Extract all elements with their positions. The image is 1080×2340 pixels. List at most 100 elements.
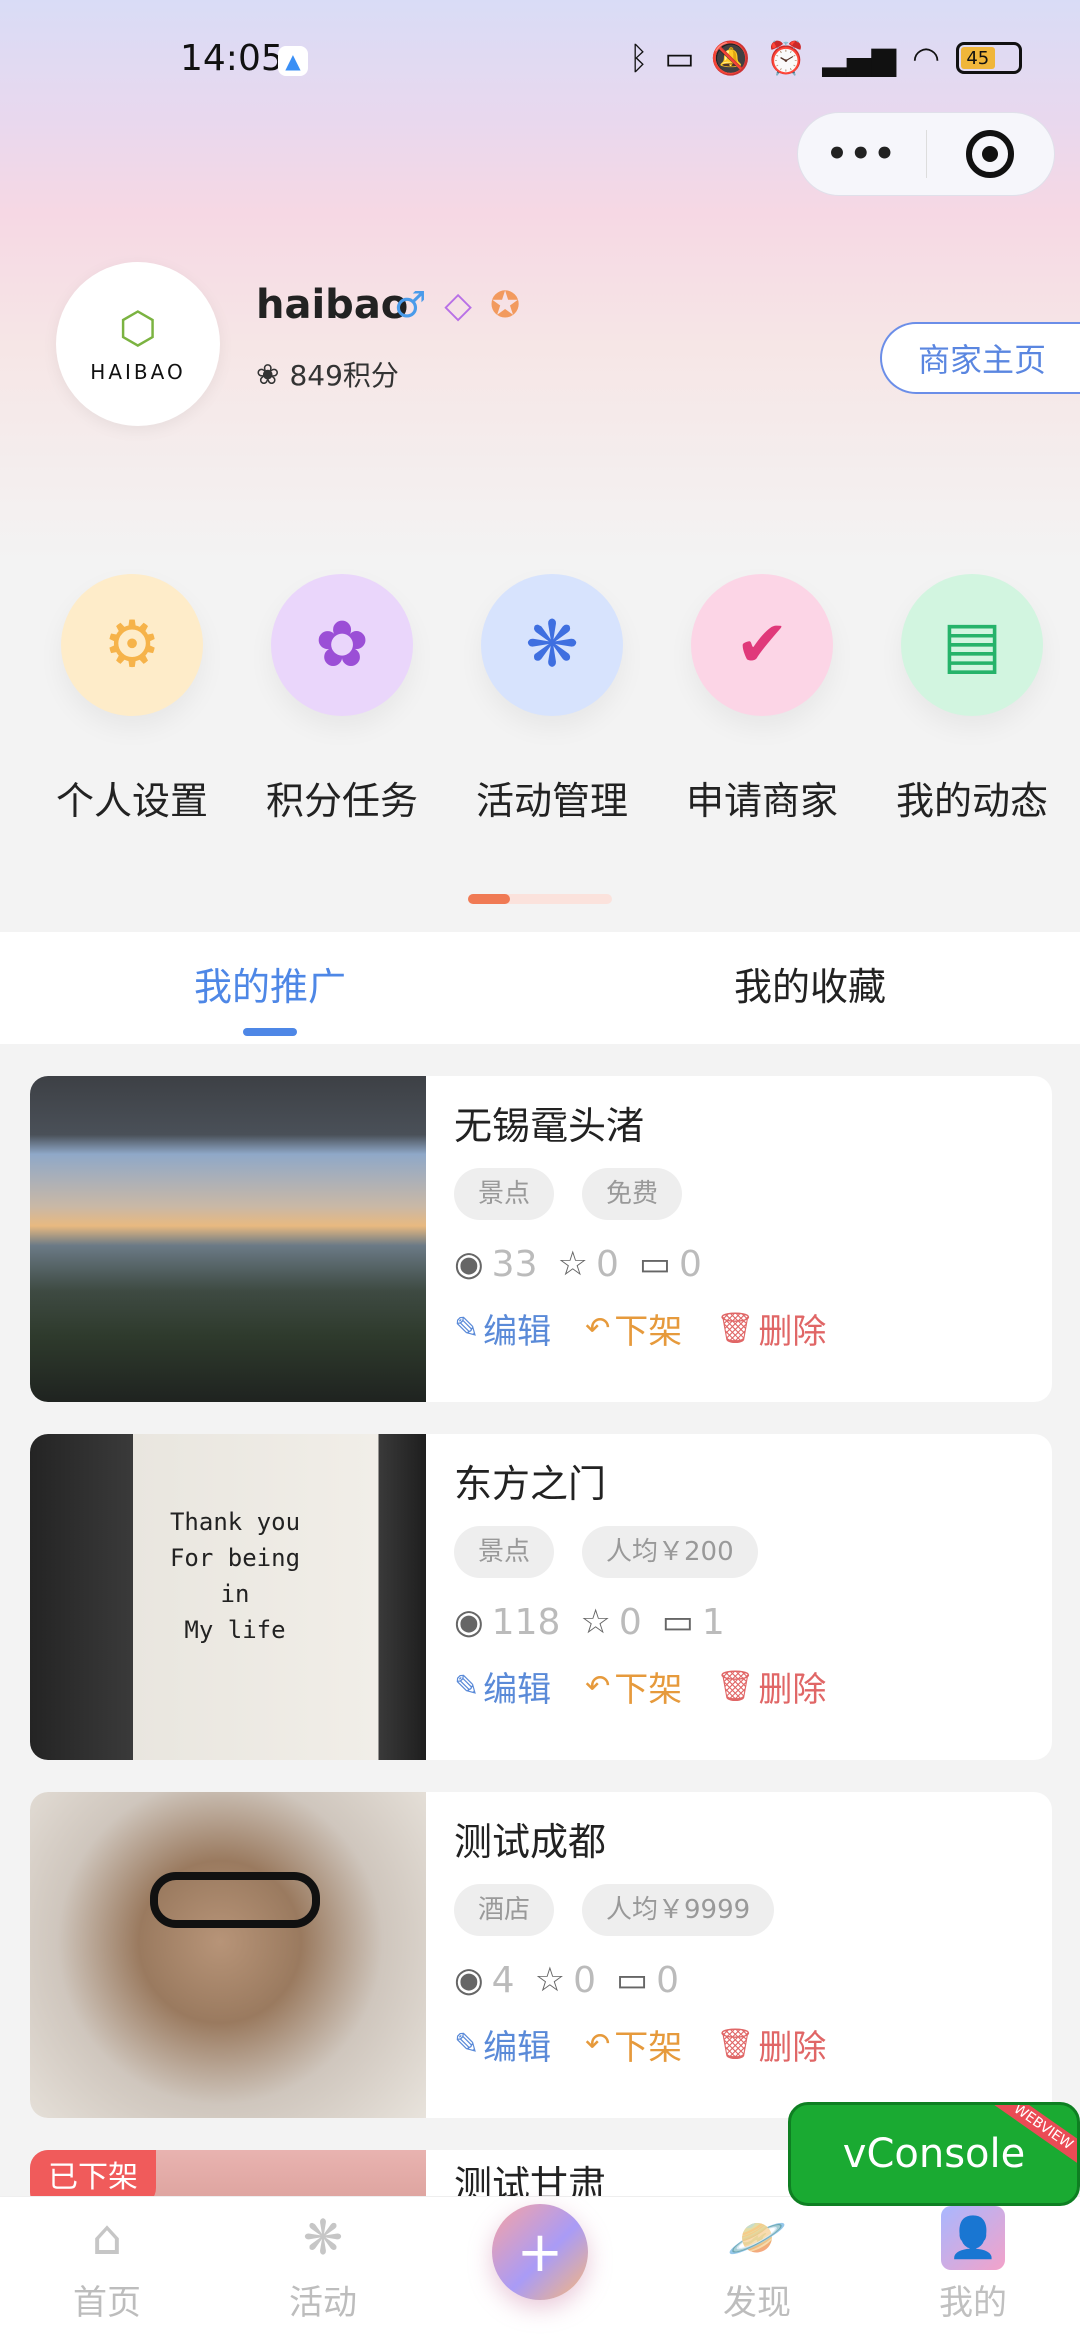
tab-label: 活动 — [289, 2283, 357, 2323]
tab-mine[interactable]: 👤 我的 — [898, 2206, 1048, 2324]
poster-line: For being in — [169, 1544, 301, 1608]
undo-icon: ↶ — [585, 1310, 611, 1346]
tab-label: 我的 — [939, 2283, 1007, 2323]
quick-action-settings[interactable]: ⚙ 个人设置 — [42, 574, 222, 825]
item-title: 无锡鼋头渚 — [454, 1104, 645, 1148]
undo-icon: ↶ — [585, 1668, 611, 1704]
delete-label: 删除 — [758, 2027, 827, 2068]
edit-button[interactable]: ✎ 编辑 — [454, 2020, 551, 2069]
star-count: 0 — [595, 1243, 619, 1285]
status-bar: 14:05 ▲ ᛒ ▭ 🔕 ⏰ ▂▄▆ ◠ 45 — [0, 0, 1080, 120]
item-thumbnail — [30, 1076, 426, 1402]
status-icons: ᛒ ▭ 🔕 ⏰ ▂▄▆ ◠ 45 — [629, 38, 1022, 78]
bluetooth-icon: ᛒ — [629, 39, 649, 77]
poster-text: Thank you For being in My life — [150, 1504, 320, 1648]
merchant-home-button[interactable]: 商家主页 — [880, 322, 1080, 394]
item-tag: 免费 — [582, 1168, 683, 1220]
offline-button[interactable]: ↶ 下架 — [585, 2020, 682, 2069]
avatar[interactable]: ⬡ HAIBAO — [56, 262, 220, 426]
hexagon-logo-icon: ⬡ — [118, 303, 158, 354]
item-tag: 人均￥9999 — [582, 1884, 775, 1936]
content-tabs: 我的推广 我的收藏 — [0, 932, 1080, 1044]
mute-icon: 🔕 — [710, 39, 751, 77]
offline-label: 下架 — [614, 1669, 683, 1710]
message-icon: ▤ — [901, 574, 1043, 716]
tab-home[interactable]: ⌂ 首页 — [32, 2207, 182, 2324]
offline-button[interactable]: ↶ 下架 — [585, 1304, 682, 1353]
comment-count: 1 — [701, 1601, 725, 1643]
quick-actions: ⚙ 个人设置 ✿ 积分任务 ❋ 活动管理 ✔ 申请商家 ▤ 我的动态 — [0, 574, 1080, 834]
delete-label: 删除 — [758, 1669, 827, 1710]
more-button[interactable]: ••• — [798, 134, 926, 174]
edit-icon: ✎ — [454, 2026, 480, 2062]
edit-label: 编辑 — [483, 1311, 552, 1352]
item-tag: 景点 — [454, 1168, 555, 1220]
quick-action-label: 个人设置 — [55, 779, 208, 823]
trash-icon: 🗑 — [716, 1668, 755, 1704]
points[interactable]: ❀ 849积分 — [256, 354, 399, 394]
item-thumbnail: Thank you For being in My life — [30, 1434, 426, 1760]
star-icon: ☆ — [534, 1960, 566, 2000]
quick-action-my-posts[interactable]: ▤ 我的动态 — [882, 574, 1062, 825]
delete-button[interactable]: 🗑 删除 — [716, 2020, 826, 2069]
tab-label: 发现 — [723, 2283, 791, 2323]
tab-label: 首页 — [73, 2283, 141, 2323]
delete-label: 删除 — [758, 1311, 827, 1352]
edit-button[interactable]: ✎ 编辑 — [454, 1662, 551, 1711]
offline-button[interactable]: ↶ 下架 — [585, 1662, 682, 1711]
view-count: 33 — [491, 1243, 538, 1285]
user-badges: ♂ ◇ ✪ — [394, 282, 520, 330]
tab-my-favorites[interactable]: 我的收藏 — [540, 932, 1080, 1044]
eye-icon: ◉ — [454, 1960, 484, 2000]
quick-action-apply-merchant[interactable]: ✔ 申请商家 — [672, 574, 852, 825]
battery-icon: 45 — [956, 42, 1022, 74]
quick-action-label: 我的动态 — [895, 779, 1048, 823]
item-tag: 酒店 — [454, 1884, 555, 1936]
vconsole-button[interactable]: vConsole WEBVIEW — [788, 2102, 1080, 2206]
poster-line: My life — [184, 1616, 286, 1644]
username: haibao — [256, 282, 409, 328]
planet-icon: 🪐 — [727, 2210, 787, 2266]
offline-label: 下架 — [614, 2027, 683, 2068]
item-thumbnail — [30, 1792, 426, 2118]
signal-icon: ▂▄▆ — [822, 39, 897, 77]
list-item[interactable]: 测试成都 酒店 人均￥9999 ◉ 4 ☆ 0 ▭ 0 ✎ 编辑 ↶ 下架 🗑 删除 — [30, 1792, 1052, 2118]
glasses-graphic — [150, 1872, 320, 1928]
tab-activity[interactable]: ❋ 活动 — [248, 2207, 398, 2324]
quick-action-activity-manage[interactable]: ❋ 活动管理 — [462, 574, 642, 825]
points-text: 849积分 — [289, 359, 399, 392]
snowflake-icon: ❋ — [302, 2210, 344, 2266]
item-title: 测试成都 — [454, 1820, 607, 1864]
edit-button[interactable]: ✎ 编辑 — [454, 1304, 551, 1353]
vibrate-icon: ▭ — [664, 39, 695, 77]
close-miniprogram-button[interactable] — [927, 130, 1055, 178]
target-icon — [966, 130, 1015, 178]
avatar-logo-text: HAIBAO — [90, 360, 186, 384]
list-item[interactable]: 无锡鼋头渚 景点 免费 ◉ 33 ☆ 0 ▭ 0 ✎ 编辑 ↶ 下架 🗑 删除 — [30, 1076, 1052, 1402]
comment-count: 0 — [679, 1243, 702, 1285]
trash-icon: 🗑 — [716, 2026, 755, 2062]
edit-label: 编辑 — [483, 2027, 552, 2068]
diamond-icon: ◇ — [444, 285, 472, 326]
delete-button[interactable]: 🗑 删除 — [716, 1662, 826, 1711]
poster-line: Thank you — [169, 1508, 301, 1536]
comment-icon: ▭ — [615, 1960, 649, 2000]
user-icon: 👤 — [941, 2206, 1005, 2270]
tab-my-promotion[interactable]: 我的推广 — [0, 932, 540, 1044]
tab-discover[interactable]: 🪐 发现 — [682, 2207, 832, 2324]
star-count: 0 — [573, 1959, 596, 2001]
comment-icon: ▭ — [661, 1602, 694, 1642]
scroll-indicator-active — [468, 894, 510, 904]
eye-icon: ◉ — [454, 1244, 484, 1284]
comment-count: 0 — [656, 1959, 679, 2001]
snowflake-icon: ❋ — [481, 574, 623, 716]
battery-level: 45 — [961, 47, 995, 69]
status-time: 14:05 — [180, 38, 284, 79]
add-button[interactable]: + — [492, 2204, 588, 2300]
verified-icon: ✪ — [489, 285, 521, 326]
app-notification-icon: ▲ — [278, 46, 308, 76]
delete-button[interactable]: 🗑 删除 — [716, 1304, 826, 1353]
item-tag: 人均￥200 — [582, 1526, 758, 1578]
list-item[interactable]: Thank you For being in My life 东方之门 景点 人… — [30, 1434, 1052, 1760]
quick-action-points-task[interactable]: ✿ 积分任务 — [252, 574, 432, 825]
